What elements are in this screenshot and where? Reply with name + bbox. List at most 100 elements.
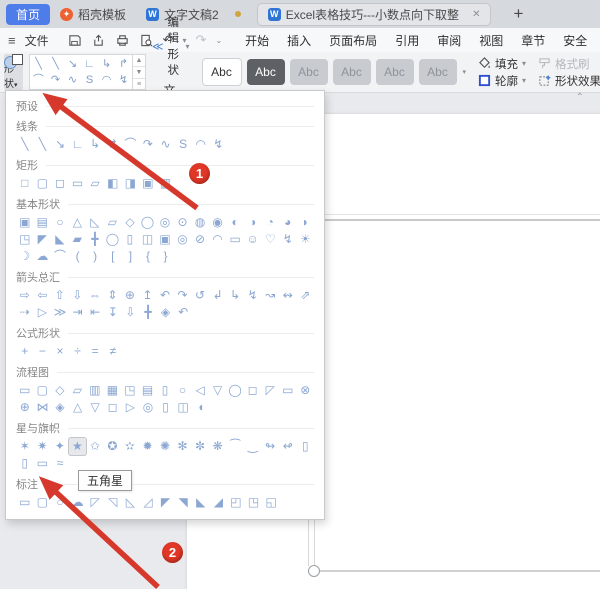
- shape-option[interactable]: ◺: [122, 494, 140, 511]
- tab-home[interactable]: 首页: [6, 3, 51, 25]
- shape-option[interactable]: ]: [122, 248, 140, 265]
- shape-option[interactable]: ↷: [174, 287, 192, 304]
- shape-option[interactable]: ✦: [51, 438, 69, 455]
- menu-tab-引用[interactable]: 引用: [395, 32, 419, 49]
- shape-option[interactable]: ◥: [174, 494, 192, 511]
- shape-option[interactable]: ▱: [69, 382, 87, 399]
- line-shape-option[interactable]: ↱: [115, 56, 132, 72]
- shape-option[interactable]: ▭: [34, 455, 52, 472]
- shape-option[interactable]: ▢: [34, 175, 52, 192]
- shape-option[interactable]: ÷: [69, 343, 87, 360]
- shape-option[interactable]: ▭: [16, 494, 34, 511]
- shape-option[interactable]: ◈: [51, 399, 69, 416]
- shape-option[interactable]: ◨: [122, 175, 140, 192]
- shape-option[interactable]: ▯: [16, 455, 34, 472]
- shape-option[interactable]: ○: [174, 382, 192, 399]
- shape-option[interactable]: ◠: [192, 136, 210, 153]
- shape-option[interactable]: ✺: [156, 438, 174, 455]
- line-shape-option[interactable]: ↘: [64, 56, 81, 72]
- shape-option[interactable]: ▯: [121, 231, 139, 248]
- shape-option[interactable]: ▣: [139, 175, 157, 192]
- outline-button[interactable]: 轮廓 ▾: [478, 73, 526, 89]
- shape-option[interactable]: ↭: [279, 287, 297, 304]
- shape-option[interactable]: ◻: [104, 399, 122, 416]
- shape-option[interactable]: ◳: [16, 231, 34, 248]
- shape-option[interactable]: ✼: [191, 438, 209, 455]
- tab-excel-doc[interactable]: W Excel表格技巧---小数点向下取整 ✕: [256, 2, 492, 26]
- shape-option[interactable]: ▽: [209, 382, 227, 399]
- shape-option[interactable]: ▭: [69, 175, 87, 192]
- shape-style-1[interactable]: Abc: [201, 58, 242, 86]
- shape-option[interactable]: (: [69, 248, 87, 265]
- shape-option[interactable]: ▷: [34, 304, 52, 321]
- tab-docer[interactable]: ✦ 稻壳模板: [50, 4, 136, 25]
- menu-tab-审阅[interactable]: 审阅: [437, 32, 461, 49]
- shape-option[interactable]: ◯: [226, 382, 244, 399]
- shape-option[interactable]: ◳: [121, 382, 139, 399]
- shape-option[interactable]: ▯: [156, 382, 174, 399]
- shape-option[interactable]: ◸: [261, 382, 279, 399]
- file-menu[interactable]: 文件: [25, 32, 49, 49]
- style-gallery-more-icon[interactable]: ▾: [463, 68, 467, 76]
- close-tab-icon[interactable]: ✕: [472, 9, 480, 20]
- shape-option[interactable]: ◱: [262, 494, 280, 511]
- shape-option[interactable]: ⋈: [34, 399, 52, 416]
- shape-option[interactable]: ▭: [279, 382, 297, 399]
- shape-option[interactable]: ◫: [174, 399, 192, 416]
- shape-option[interactable]: △: [69, 214, 87, 231]
- shape-option[interactable]: ◤: [34, 231, 52, 248]
- toolbar-overflow-icon[interactable]: ⌄: [215, 36, 222, 45]
- shape-option[interactable]: ◎: [139, 399, 157, 416]
- shape-option[interactable]: ✪: [104, 438, 122, 455]
- shape-option[interactable]: ◠: [209, 231, 227, 248]
- menu-tab-开始[interactable]: 开始: [245, 32, 269, 49]
- shape-option[interactable]: △: [69, 399, 87, 416]
- shape-option[interactable]: ◺: [86, 214, 104, 231]
- shape-style-3[interactable]: Abc: [289, 59, 328, 85]
- shape-option[interactable]: ◻: [51, 175, 69, 192]
- line-shape-option[interactable]: ↳: [98, 56, 115, 72]
- shape-option[interactable]: ▯: [297, 438, 315, 455]
- shape-option[interactable]: ▢: [34, 494, 52, 511]
- gallery-up-icon[interactable]: ▲: [133, 55, 145, 67]
- shape-style-2[interactable]: Abc: [246, 59, 285, 85]
- shape-option[interactable]: ⇨: [16, 287, 34, 304]
- shape-option[interactable]: ╋: [86, 231, 104, 248]
- shape-option[interactable]: ▦: [104, 382, 122, 399]
- shape-option[interactable]: ◎: [174, 231, 192, 248]
- line-shape-option[interactable]: ╲: [47, 56, 64, 72]
- shape-option[interactable]: ◫: [139, 231, 157, 248]
- shape-option[interactable]: −: [34, 343, 52, 360]
- shape-option[interactable]: ⇥: [69, 304, 87, 321]
- shape-option[interactable]: ◗: [297, 214, 315, 231]
- shape-option[interactable]: ◻: [244, 382, 262, 399]
- shape-option[interactable]: +: [16, 343, 34, 360]
- shape-option[interactable]: ◔: [261, 214, 279, 231]
- shape-option[interactable]: ✶: [16, 438, 34, 455]
- shape-option[interactable]: ☁: [34, 248, 52, 265]
- shape-option[interactable]: ◇: [51, 382, 69, 399]
- shape-option[interactable]: ↫: [279, 438, 297, 455]
- shape-option[interactable]: ∿: [157, 136, 175, 153]
- print-icon[interactable]: [115, 33, 130, 48]
- menu-tab-章节[interactable]: 章节: [521, 32, 545, 49]
- shape-option[interactable]: ⇩: [122, 304, 140, 321]
- fill-button[interactable]: 填充 ▾: [478, 56, 526, 72]
- shape-option[interactable]: ⊘: [191, 231, 209, 248]
- line-shape-option[interactable]: ∟: [81, 56, 98, 72]
- shape-option[interactable]: ↘: [51, 136, 69, 153]
- shape-option[interactable]: ★: [68, 438, 87, 455]
- shape-option[interactable]: ⇗: [297, 287, 315, 304]
- shape-option[interactable]: ⇤: [86, 304, 104, 321]
- shape-option[interactable]: ⇧: [51, 287, 69, 304]
- shape-option[interactable]: ◣: [192, 494, 210, 511]
- edit-shape-button[interactable]: ≪ 编辑形状 ▾: [152, 14, 190, 78]
- shape-option[interactable]: ○: [51, 494, 69, 511]
- shape-option[interactable]: ⌒: [122, 136, 140, 153]
- shape-option[interactable]: ◐: [226, 214, 244, 231]
- line-shape-option[interactable]: ↷: [47, 72, 64, 88]
- shape-style-6[interactable]: Abc: [418, 59, 457, 85]
- shape-option[interactable]: ✻: [174, 438, 192, 455]
- shape-option[interactable]: ☀: [297, 231, 315, 248]
- shape-option[interactable]: ▥: [86, 382, 104, 399]
